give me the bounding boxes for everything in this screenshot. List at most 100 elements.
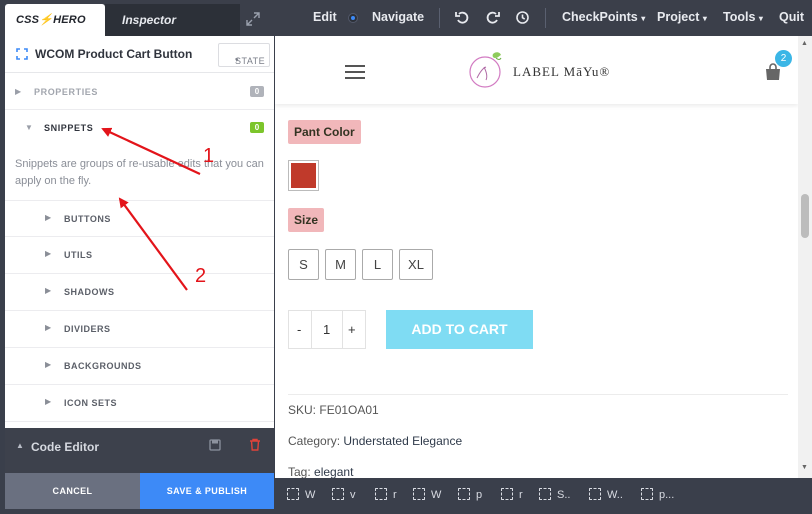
quantity-decrease-button[interactable]: -	[297, 322, 301, 337]
chevron-down-icon: ▾	[235, 57, 240, 64]
caret-right-icon: ▶	[45, 323, 52, 332]
tools-menu[interactable]: Tools ▾	[723, 10, 763, 24]
redo-icon[interactable]	[485, 10, 500, 25]
tag-label: Tag:	[288, 465, 311, 478]
size-option-s[interactable]: S	[288, 249, 319, 280]
breadcrumb-item-label: r	[519, 489, 523, 501]
snippet-group-label: ICON SETS	[64, 398, 118, 408]
breadcrumb-item[interactable]: r	[375, 488, 397, 501]
element-select-icon	[16, 48, 28, 60]
trash-icon[interactable]	[249, 438, 261, 451]
breadcrumb-item[interactable]: r	[501, 488, 523, 501]
divider	[439, 8, 440, 28]
snippet-group-utils[interactable]: ▶ UTILS	[5, 237, 274, 274]
breadcrumb-item-label: W	[431, 489, 442, 501]
expand-icon[interactable]	[246, 12, 260, 26]
panel-actions: CANCEL SAVE & PUBLISH	[5, 473, 274, 509]
annotation-number: 1	[203, 145, 215, 167]
site-preview: LABEL MāYu® 2 Pant Color Size S M L XL -…	[275, 36, 812, 478]
quit-button[interactable]: Quit	[779, 10, 804, 24]
inspector-tab[interactable]: Inspector	[105, 4, 240, 36]
breadcrumb-item[interactable]: W	[287, 488, 315, 501]
caret-up-icon: ▲	[16, 441, 24, 450]
category-line: Category: Understated Elegance	[288, 434, 462, 448]
size-option-l[interactable]: L	[362, 249, 393, 280]
inspector-tab-label: Inspector	[122, 13, 177, 27]
chevron-down-icon: ▾	[702, 14, 707, 23]
chevron-down-icon: ▾	[641, 14, 646, 23]
navigate-mode-label[interactable]: Navigate	[372, 10, 424, 24]
checkpoints-menu[interactable]: CheckPoints ▾	[562, 10, 645, 24]
scroll-down-arrow-icon[interactable]: ▼	[801, 464, 808, 471]
add-to-cart-button[interactable]: ADD TO CART	[386, 310, 533, 349]
css-hero-tab[interactable]: CSS⚡HERO	[5, 4, 105, 36]
quantity-stepper: - 1 +	[288, 310, 366, 349]
size-option-xl[interactable]: XL	[399, 249, 433, 280]
save-publish-button[interactable]: SAVE & PUBLISH	[140, 473, 274, 509]
project-menu-label: Project	[657, 10, 700, 24]
size-option-m[interactable]: M	[325, 249, 356, 280]
breadcrumb-item[interactable]: W..	[589, 488, 623, 501]
history-icon[interactable]	[515, 10, 530, 25]
breadcrumb-item[interactable]: p...	[641, 488, 674, 501]
properties-section[interactable]: ▶ PROPERTIES 0	[5, 73, 274, 110]
quantity-input[interactable]: 1	[323, 322, 330, 337]
breadcrumb-item-label: p...	[659, 489, 675, 501]
annotation-number: 2	[195, 265, 207, 287]
caret-right-icon: ▶	[15, 87, 22, 96]
snippet-group-label: BACKGROUNDS	[64, 361, 142, 371]
snippet-group-dividers[interactable]: ▶ DIVIDERS	[5, 311, 274, 348]
tools-menu-label: Tools	[723, 10, 756, 24]
tag-line: Tag: elegant	[288, 465, 353, 478]
cancel-button-label: CANCEL	[52, 486, 93, 496]
code-editor-bar[interactable]: ▲ Code Editor	[5, 428, 274, 473]
snippet-group-shadows[interactable]: ▶ SHADOWS	[5, 274, 274, 311]
preview-scrollbar[interactable]: ▲ ▼	[798, 36, 812, 478]
caret-right-icon: ▶	[45, 213, 52, 222]
state-dropdown[interactable]: STATE ▾	[218, 43, 270, 67]
snippet-group-label: DIVIDERS	[64, 324, 111, 334]
color-swatch[interactable]	[288, 160, 319, 191]
chevron-down-icon: ▾	[758, 14, 763, 23]
color-swatch-fill	[291, 163, 316, 188]
breadcrumb-item-label: W..	[607, 489, 623, 501]
snippet-group-backgrounds[interactable]: ▶ BACKGROUNDS	[5, 348, 274, 385]
element-breadcrumb: W v r W p r S.. W.. p...	[275, 478, 812, 514]
breadcrumb-item[interactable]: v	[332, 488, 356, 501]
category-label: Category:	[288, 434, 341, 448]
breadcrumb-item-label: W	[305, 489, 316, 501]
project-menu[interactable]: Project ▾	[657, 10, 707, 24]
mode-toggle[interactable]	[348, 13, 358, 23]
snippet-group-buttons[interactable]: ▶ BUTTONS	[5, 200, 274, 237]
snippet-group-icon-sets[interactable]: ▶ ICON SETS	[5, 385, 274, 422]
caret-right-icon: ▶	[45, 397, 52, 406]
breadcrumb-item[interactable]: W	[413, 488, 441, 501]
top-toolbar: CSS⚡HERO Inspector Edit Navigate CheckPo…	[0, 0, 812, 36]
divider	[311, 311, 312, 348]
css-hero-logo: CSS⚡HERO	[16, 14, 86, 26]
edit-mode-label[interactable]: Edit	[313, 10, 337, 24]
code-editor-label: Code Editor	[31, 440, 99, 454]
save-disk-icon[interactable]	[209, 439, 221, 451]
scroll-up-arrow-icon[interactable]: ▲	[801, 40, 808, 47]
cancel-button[interactable]: CANCEL	[5, 473, 140, 509]
site-header: LABEL MāYu® 2	[275, 36, 798, 104]
hamburger-menu-icon[interactable]	[345, 65, 365, 79]
breadcrumb-item[interactable]: S..	[539, 488, 570, 501]
breadcrumb-item[interactable]: p	[458, 488, 482, 501]
tag-link[interactable]: elegant	[314, 465, 353, 478]
category-link[interactable]: Understated Elegance	[343, 434, 462, 448]
scrollbar-thumb[interactable]	[801, 194, 809, 238]
properties-label: PROPERTIES	[34, 87, 99, 97]
snippet-group-label: UTILS	[64, 250, 93, 260]
properties-count-badge: 0	[250, 86, 264, 97]
quantity-increase-button[interactable]: +	[348, 322, 356, 337]
divider	[342, 311, 343, 348]
breadcrumb-item-label: S..	[557, 489, 571, 501]
cart-count-badge: 2	[775, 50, 792, 67]
snippet-group-label: BUTTONS	[64, 214, 111, 224]
undo-icon[interactable]	[455, 10, 470, 25]
divider	[545, 8, 546, 28]
snippets-section[interactable]: ▼ SNIPPETS 0	[5, 110, 274, 147]
snippets-count-badge: 0	[250, 122, 264, 133]
